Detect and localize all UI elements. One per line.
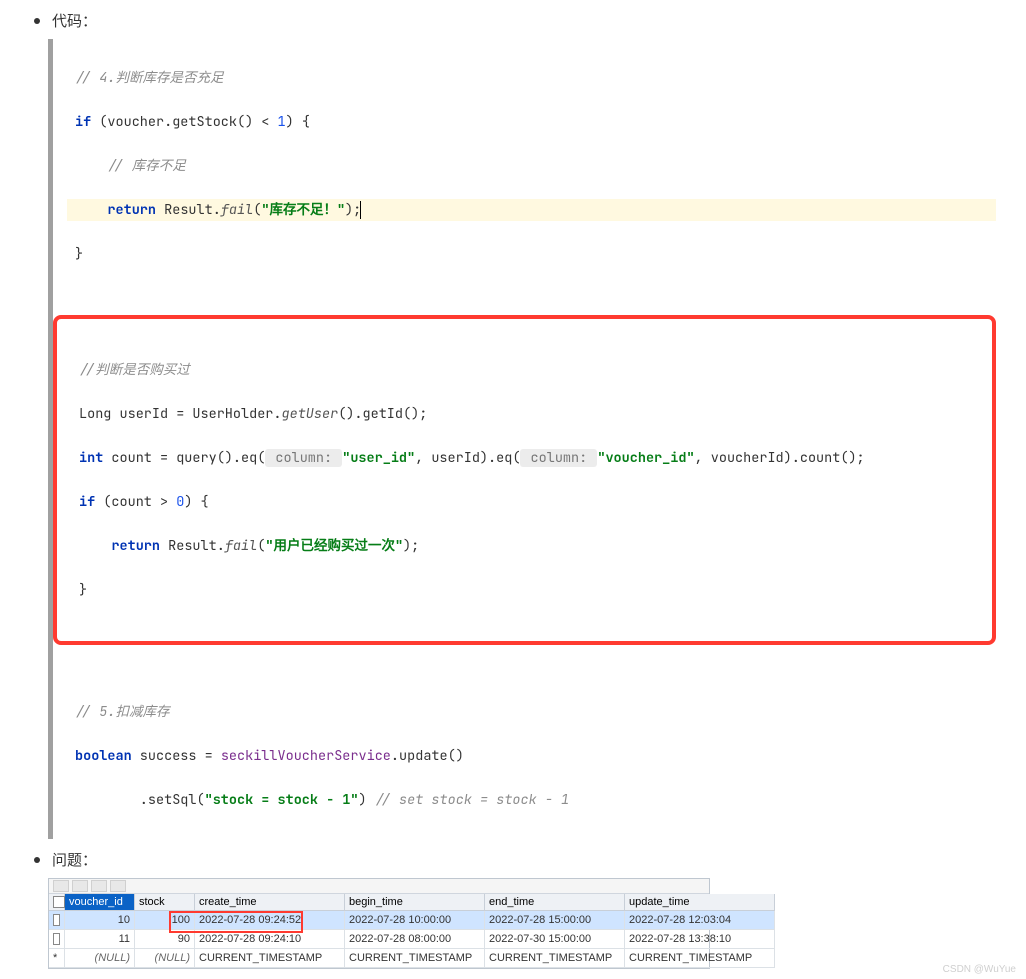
tool-icon[interactable]	[91, 880, 107, 892]
code: ) {	[286, 113, 310, 131]
code: .setSql(	[75, 791, 205, 809]
string: "user_id"	[342, 449, 415, 467]
row-checkbox[interactable]	[49, 930, 65, 949]
cell-begin-time[interactable]: CURRENT_TIMESTAMP	[345, 949, 485, 968]
field: seckillVoucherService	[221, 747, 391, 765]
code: ) {	[184, 493, 208, 511]
code: ().getId();	[338, 405, 427, 423]
comment-line: // set stock = stock - 1	[375, 791, 569, 809]
table-grid: voucher_id stock create_time begin_time …	[49, 894, 709, 968]
code: Result.	[160, 537, 225, 555]
string: "stock = stock - 1"	[205, 791, 359, 809]
code: );	[403, 537, 419, 555]
th-checkbox[interactable]	[49, 894, 65, 911]
th-voucher-id[interactable]: voucher_id	[65, 894, 135, 911]
th-begin-time[interactable]: begin_time	[345, 894, 485, 911]
code: (voucher.getStock() <	[91, 113, 277, 131]
cell-create-time[interactable]: CURRENT_TIMESTAMP	[195, 949, 345, 968]
code: );	[345, 201, 361, 219]
string: "voucher_id"	[597, 449, 694, 467]
code: , voucherId).count();	[695, 449, 865, 467]
code: }	[79, 581, 87, 599]
cell-end-time[interactable]: 2022-07-30 15:00:00	[485, 930, 625, 949]
kw: if	[79, 493, 95, 511]
bullet-code-heading: 代码：	[34, 10, 996, 31]
checkbox-icon[interactable]	[53, 914, 60, 926]
cell-update-time[interactable]: CURRENT_TIMESTAMP	[625, 949, 775, 968]
cell-end-time[interactable]: 2022-07-28 15:00:00	[485, 911, 625, 930]
row-star[interactable]: *	[49, 949, 65, 968]
tool-icon[interactable]	[72, 880, 88, 892]
code: (count >	[95, 493, 176, 511]
code: success =	[132, 747, 221, 765]
th-update-time[interactable]: update_time	[625, 894, 775, 911]
cell-stock[interactable]: 90	[135, 930, 195, 949]
kw: boolean	[75, 747, 132, 765]
th-end-time[interactable]: end_time	[485, 894, 625, 911]
cell-voucher-id[interactable]: 11	[65, 930, 135, 949]
comment-line: // 4.判断库存是否充足	[75, 69, 224, 87]
cell-update-time[interactable]: 2022-07-28 13:38:10	[625, 930, 775, 949]
kw: return	[111, 537, 160, 555]
cell-create-time[interactable]: 2022-07-28 09:24:52	[195, 911, 345, 930]
table-toolbar	[49, 879, 709, 894]
cell-end-time[interactable]: CURRENT_TIMESTAMP	[485, 949, 625, 968]
cell-stock[interactable]: (NULL)	[135, 949, 195, 968]
comment-line: //判断是否购买过	[79, 361, 190, 379]
tool-icon[interactable]	[110, 880, 126, 892]
kw: if	[75, 113, 91, 131]
code: }	[75, 245, 83, 263]
checkbox-icon[interactable]	[53, 896, 65, 908]
code: Long userId = UserHolder.	[79, 405, 282, 423]
watermark: CSDN @WuYue	[943, 964, 1016, 975]
cell-stock[interactable]: 100	[135, 911, 195, 930]
heading-text: 问题：	[52, 849, 97, 870]
tool-icon[interactable]	[53, 880, 69, 892]
kw: int	[79, 449, 103, 467]
row-checkbox[interactable]	[49, 911, 65, 930]
cell-voucher-id[interactable]: (NULL)	[65, 949, 135, 968]
cell-begin-time[interactable]: 2022-07-28 08:00:00	[345, 930, 485, 949]
highlight-red-box: //判断是否购买过 Long userId = UserHolder.getUs…	[53, 315, 996, 645]
bullet-issue-heading: 问题：	[34, 849, 996, 870]
cell-begin-time[interactable]: 2022-07-28 10:00:00	[345, 911, 485, 930]
bullet-dot-icon	[34, 18, 40, 24]
code: .update()	[391, 747, 464, 765]
code: count = query().eq(	[103, 449, 265, 467]
th-create-time[interactable]: create_time	[195, 894, 345, 911]
method: fail	[221, 201, 253, 219]
param-hint: column:	[520, 449, 597, 467]
code: )	[359, 791, 375, 809]
code: , userId).eq(	[415, 449, 520, 467]
db-table: voucher_id stock create_time begin_time …	[48, 878, 710, 969]
param-hint: column:	[265, 449, 342, 467]
checkbox-icon[interactable]	[53, 933, 60, 945]
heading-text: 代码：	[52, 10, 97, 31]
th-stock[interactable]: stock	[135, 894, 195, 911]
method: getUser	[282, 405, 339, 423]
code: Result.	[156, 201, 221, 219]
method: fail	[225, 537, 257, 555]
string: "用户已经购买过一次"	[265, 537, 403, 555]
kw: return	[107, 201, 156, 219]
cell-voucher-id[interactable]: 10	[65, 911, 135, 930]
bullet-dot-icon	[34, 857, 40, 863]
code-block: // 4.判断库存是否充足 if (voucher.getStock() < 1…	[48, 39, 996, 839]
cell-update-time[interactable]: 2022-07-28 12:03:04	[625, 911, 775, 930]
cell-create-time[interactable]: 2022-07-28 09:24:10	[195, 930, 345, 949]
num: 1	[278, 113, 286, 131]
comment-line: // 库存不足	[107, 157, 185, 175]
comment-line: // 5.扣减库存	[75, 703, 170, 721]
string: "库存不足！"	[261, 201, 345, 219]
